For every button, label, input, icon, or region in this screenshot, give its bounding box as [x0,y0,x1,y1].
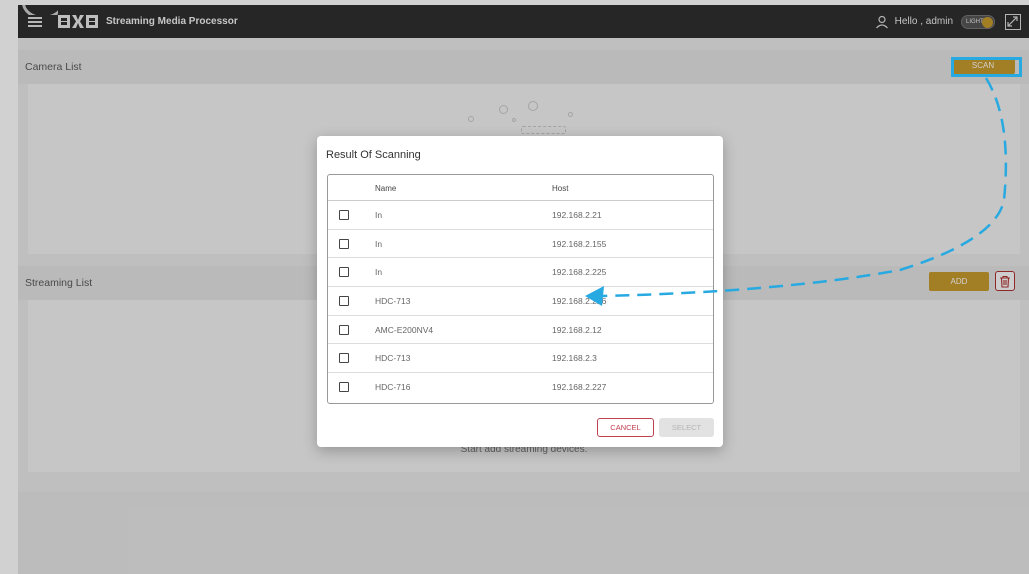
arrow-annotation [585,77,1008,306]
